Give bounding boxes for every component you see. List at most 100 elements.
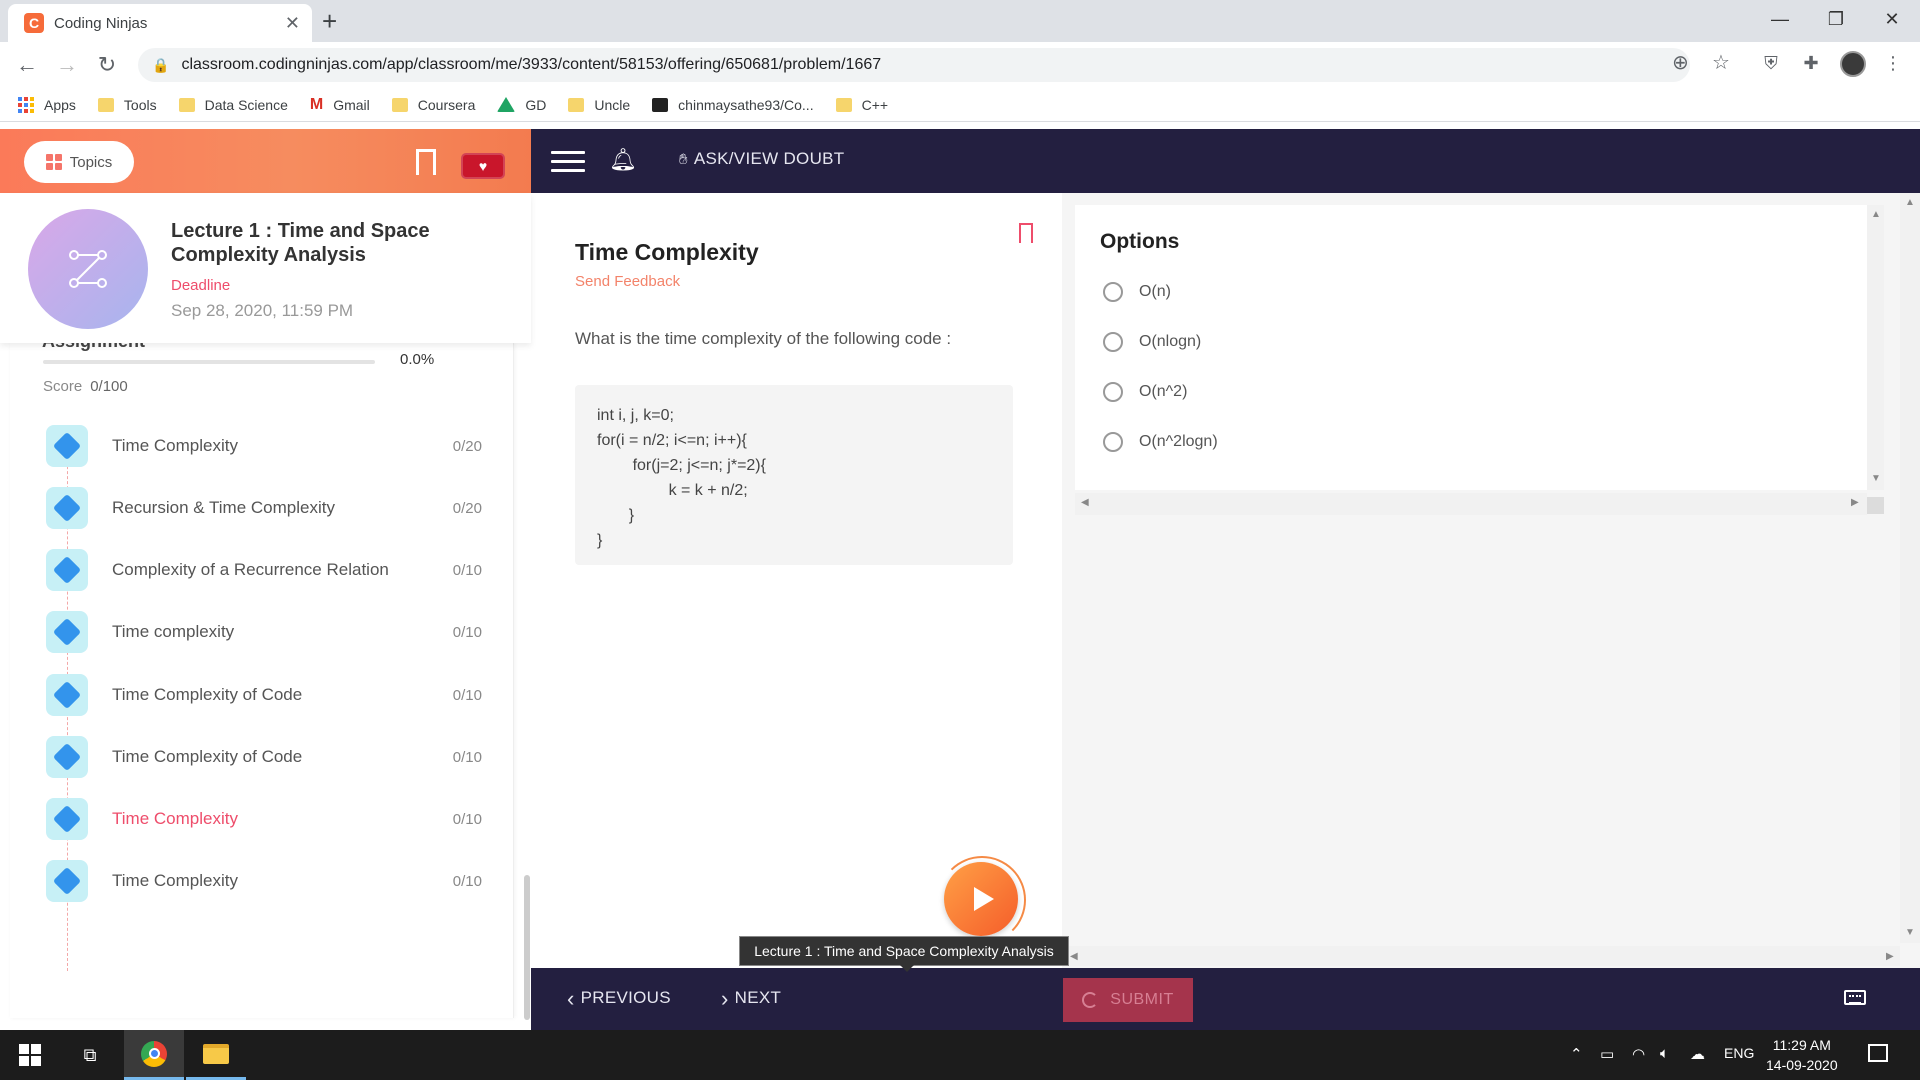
question-title: Time Complexity [575,239,759,265]
item-score: 0/10 [452,872,482,890]
chrome-taskbar-icon[interactable] [124,1030,184,1080]
radio-button[interactable] [1103,432,1123,452]
bookmark-uncle[interactable]: Uncle [568,97,630,113]
list-item-active[interactable]: Time Complexity 0/10 [46,794,496,844]
next-button[interactable]: › NEXT [721,987,781,1009]
notification-icon[interactable] [1868,1044,1888,1062]
volume-icon[interactable]: 🔈︎ [1660,1045,1669,1062]
chevron-left-icon: ‹ [567,985,575,1011]
bookmark-coursera[interactable]: Coursera [391,97,475,113]
bookmark-github[interactable]: chinmaysathe93/Co... [652,97,814,113]
scroll-up-icon[interactable]: ▲ [1871,209,1881,220]
folder-icon [835,97,852,112]
score: Score 0/100 [43,378,128,395]
new-tab-plus-icon[interactable]: + [322,6,337,37]
play-lecture-button[interactable] [938,856,1026,944]
scroll-up-icon[interactable]: ▲ [1905,197,1915,208]
address-bar[interactable]: 🔒 classroom.codingninjas.com/app/classro… [138,48,1690,82]
browser-tab[interactable]: C Coding Ninjas ✕ [8,4,312,42]
option-4[interactable]: O(n^2logn) [1103,432,1218,452]
language-indicator[interactable]: ENG [1724,1045,1754,1061]
radio-button[interactable] [1103,282,1123,302]
puzzle-extensions-icon[interactable]: ✚ [1800,52,1822,74]
task-view-icon[interactable]: ⧉ [60,1030,120,1080]
scroll-right-icon[interactable]: ▶ [1851,497,1859,508]
star-icon[interactable]: ☆ [1712,50,1730,75]
radio-button[interactable] [1103,332,1123,352]
send-feedback-link[interactable]: Send Feedback [575,273,680,290]
list-item[interactable]: Complexity of a Recurrence Relation 0/10 [46,545,496,595]
restore-icon[interactable]: ❐ [1808,0,1864,38]
question-bookmark-icon[interactable] [1019,223,1033,243]
reload-icon[interactable]: ↻ [92,50,122,80]
code-block: int i, j, k=0; for(i = n/2; i<=n; i++){ … [575,385,1013,565]
bookmark-cpp[interactable]: C++ [835,97,888,113]
clock[interactable]: 11:29 AM 14-09-2020 [1766,1035,1838,1075]
cloud-icon[interactable]: ☁ [1690,1045,1705,1063]
options-horizontal-scrollbar[interactable]: ◀ ▶ [1075,493,1867,515]
bell-icon[interactable]: 🔔︎ [609,147,637,173]
url-text[interactable]: classroom.codingninjas.com/app/classroom… [181,56,881,74]
left-scrollbar[interactable] [524,875,530,1020]
page-vertical-scrollbar[interactable]: ▲ ▼ [1900,193,1920,943]
add-circle-icon[interactable]: ⊕ [1672,50,1689,75]
page-horizontal-scrollbar[interactable]: ◀ ▶ [1068,946,1900,966]
minimize-icon[interactable]: — [1752,0,1808,38]
scroll-right-icon[interactable]: ▶ [1886,951,1894,962]
battery-icon[interactable]: ▭ [1600,1045,1614,1063]
bookmark-apps[interactable]: Apps [18,96,76,113]
bookmarks-bar: Apps Tools Data Science M Gmail Coursera … [0,88,1920,122]
forward-arrow-icon[interactable]: → [52,50,82,80]
ask-view-doubt-button[interactable]: ✋︎ ASK/VIEW DOUBT [679,149,844,169]
hamburger-menu-icon[interactable] [551,151,585,178]
list-item[interactable]: Time Complexity 0/10 [46,856,496,906]
browser-toolbar: ← → ↻ 🔒 classroom.codingninjas.com/app/c… [0,42,1920,88]
kebab-menu-icon[interactable]: ⋮ [1882,52,1904,74]
file-explorer-icon[interactable] [186,1030,246,1080]
list-item[interactable]: Recursion & Time Complexity 0/20 [46,483,496,533]
previous-button[interactable]: ‹ PREVIOUS [567,985,671,1011]
wifi-icon[interactable]: ◠ [1632,1045,1645,1063]
list-item[interactable]: Time Complexity 0/20 [46,421,496,471]
bookmark-tools[interactable]: Tools [97,97,157,113]
option-1[interactable]: O(n) [1103,282,1171,302]
tab-close-icon[interactable]: ✕ [285,13,300,34]
code-line: k = k + n/2; [633,482,748,499]
option-3[interactable]: O(n^2) [1103,382,1187,402]
list-item[interactable]: Time Complexity of Code 0/10 [46,670,496,720]
list-item[interactable]: Time complexity 0/10 [46,607,496,657]
scroll-left-icon[interactable]: ◀ [1070,951,1078,962]
list-item[interactable]: Time Complexity of Code 0/10 [46,732,496,782]
bookmark-data-science[interactable]: Data Science [178,97,288,113]
extension-shield-icon[interactable]: ⛨ [1760,52,1782,74]
bookmark-gd[interactable]: GD [497,97,546,113]
back-arrow-icon[interactable]: ← [12,50,42,80]
options-card: Options O(n) O(nlogn) O(n^2) O(n^2logn) [1075,205,1867,490]
hand-raise-icon: ✋︎ [679,150,688,168]
code-line: } [611,507,635,524]
radio-button[interactable] [1103,382,1123,402]
option-2[interactable]: O(nlogn) [1103,332,1201,352]
keyboard-icon[interactable] [1844,990,1866,1005]
assignment-panel: Assignment 0.0% Score 0/100 Time Complexi… [10,343,514,1018]
scroll-down-icon[interactable]: ▼ [1905,927,1915,938]
lock-icon: 🔒 [152,56,170,73]
item-name: Time Complexity [112,436,238,455]
options-vertical-scrollbar[interactable]: ▲ ▼ [1867,205,1884,490]
bookmark-icon[interactable] [416,149,436,175]
item-score: 0/10 [452,561,482,579]
scroll-left-icon[interactable]: ◀ [1081,497,1089,508]
bookmark-gmail[interactable]: M Gmail [310,96,370,114]
topics-button[interactable]: Topics [24,141,134,183]
chevron-up-icon[interactable]: ⌃ [1570,1045,1583,1063]
profile-avatar[interactable] [1840,51,1866,77]
windows-start-icon[interactable] [0,1030,60,1080]
gmail-icon: M [309,95,324,113]
scroll-down-icon[interactable]: ▼ [1871,473,1881,484]
assignment-heading: Assignment [42,343,145,352]
item-score: 0/10 [452,748,482,766]
window-close-icon[interactable]: ✕ [1864,0,1920,38]
options-title: Options [1100,230,1180,253]
submit-button[interactable]: SUBMIT [1063,978,1193,1022]
gift-heart-icon[interactable]: ♥ [461,153,505,179]
